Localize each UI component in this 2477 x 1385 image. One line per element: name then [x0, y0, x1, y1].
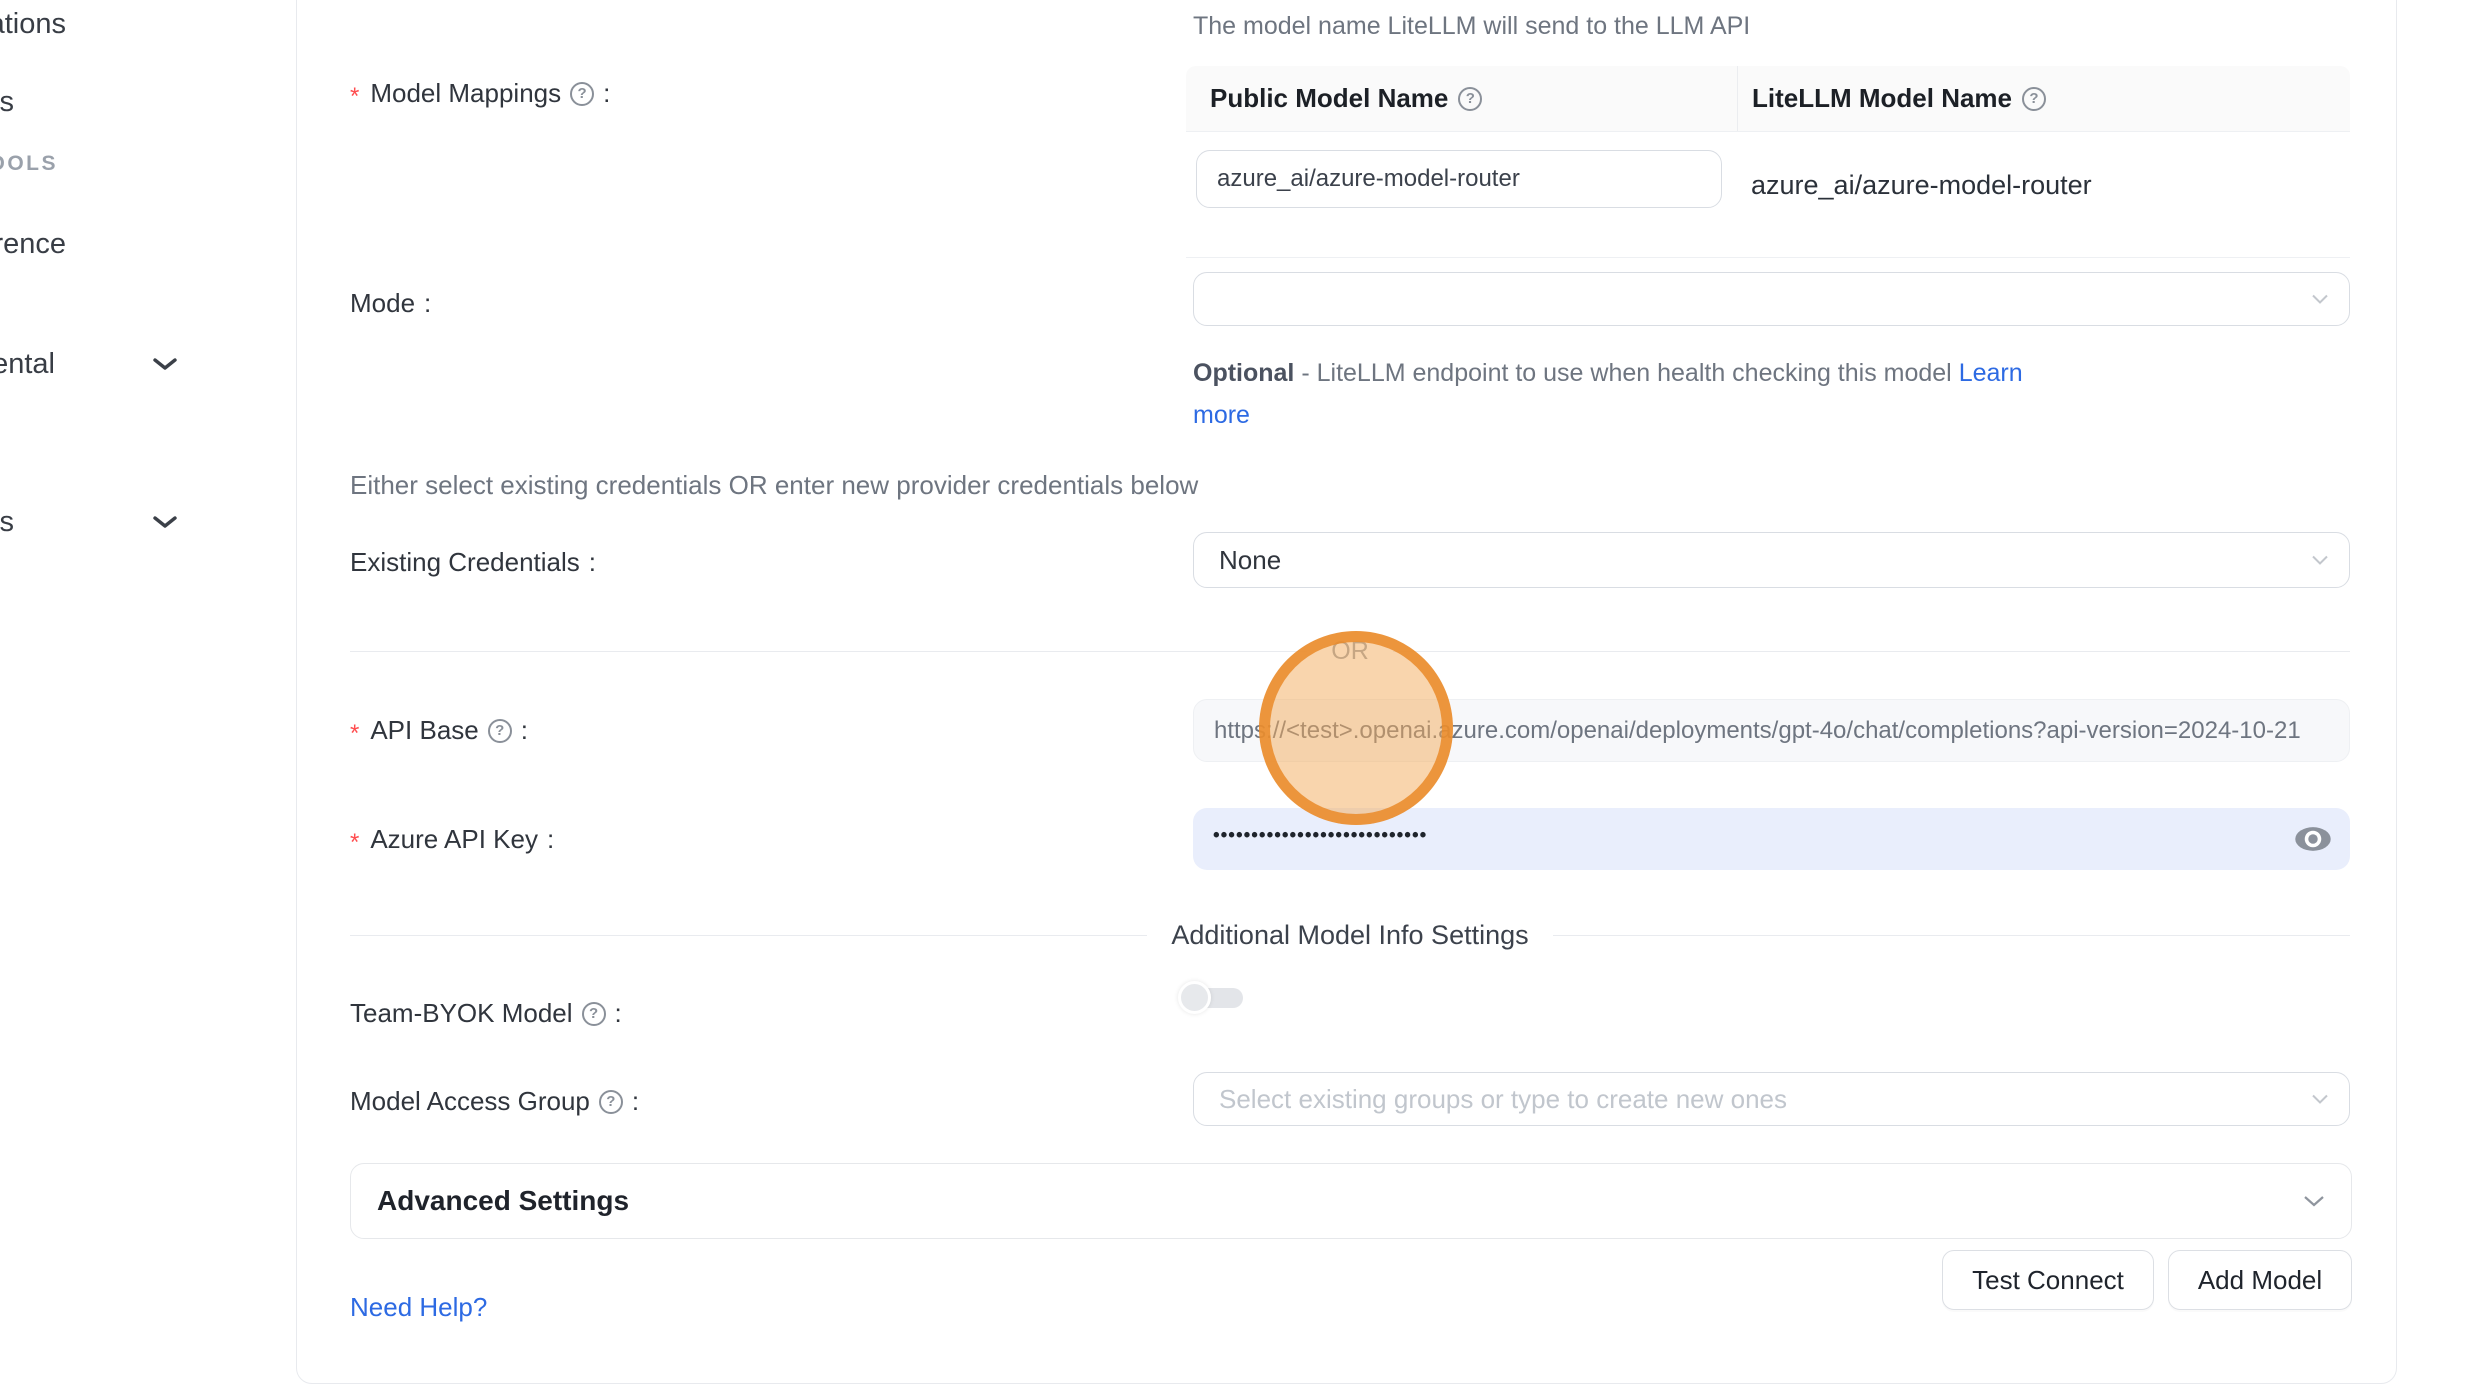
- chevron-down-icon: [152, 356, 178, 372]
- litellm-model-name-header: LiteLLM Model Name ?: [1737, 66, 2350, 131]
- required-marker: *: [350, 83, 359, 111]
- add-model-page: ations s TOOLS erence ental s The model …: [0, 0, 2477, 1385]
- mode-help-text: Optional - LiteLLM endpoint to use when …: [1193, 352, 2073, 436]
- team-byok-toggle[interactable]: [1178, 981, 1246, 1015]
- sidebar-item-ations[interactable]: ations: [0, 8, 66, 41]
- model-access-group-select[interactable]: Select existing groups or type to create…: [1193, 1072, 2350, 1126]
- test-connect-button[interactable]: Test Connect: [1942, 1250, 2154, 1310]
- existing-credentials-select[interactable]: None: [1193, 532, 2350, 588]
- additional-info-divider: Additional Model Info Settings: [350, 920, 2350, 950]
- advanced-settings-title: Advanced Settings: [377, 1185, 629, 1217]
- chevron-down-icon: [2311, 1094, 2329, 1105]
- sidebar-section-tools: TOOLS: [0, 152, 58, 176]
- sidebar-item-s1[interactable]: s: [0, 86, 14, 119]
- mode-select[interactable]: [1193, 272, 2350, 326]
- table-header-row: Public Model Name ? LiteLLM Model Name ?: [1186, 66, 2350, 132]
- help-circle-icon[interactable]: ?: [570, 82, 594, 106]
- chevron-down-icon: [152, 514, 178, 530]
- help-circle-icon[interactable]: ?: [599, 1090, 623, 1114]
- credentials-note: Either select existing credentials OR en…: [350, 470, 1198, 501]
- sidebar-item-s2[interactable]: s: [0, 506, 14, 539]
- litellm-model-name-value: azure_ai/azure-model-router: [1737, 132, 2350, 257]
- help-circle-icon[interactable]: ?: [488, 719, 512, 743]
- select-placeholder: Select existing groups or type to create…: [1219, 1084, 1787, 1115]
- eye-icon[interactable]: [2294, 826, 2332, 852]
- model-access-group-label: Model Access Group ? :: [350, 1086, 639, 1117]
- advanced-settings-panel[interactable]: Advanced Settings: [350, 1163, 2352, 1239]
- masked-password: ••••••••••••••••••••••••••••: [1213, 825, 1427, 847]
- azure-api-key-label: * Azure API Key :: [350, 824, 554, 855]
- existing-credentials-label: Existing Credentials :: [350, 547, 596, 578]
- api-base-input[interactable]: https://<test>.openai.azure.com/openai/d…: [1193, 699, 2350, 762]
- help-circle-icon[interactable]: ?: [1458, 87, 1482, 111]
- chevron-down-icon: [2311, 294, 2329, 305]
- mode-label: Mode :: [350, 288, 431, 319]
- help-circle-icon[interactable]: ?: [2022, 87, 2046, 111]
- need-help-link[interactable]: Need Help?: [350, 1292, 487, 1323]
- required-marker: *: [350, 829, 359, 857]
- or-divider: OR: [350, 636, 2350, 666]
- model-mappings-table: Public Model Name ? LiteLLM Model Name ?…: [1186, 66, 2350, 258]
- model-mappings-label: * Model Mappings ? :: [350, 78, 610, 109]
- azure-api-key-input[interactable]: ••••••••••••••••••••••••••••: [1193, 808, 2350, 870]
- api-base-label: * API Base ? :: [350, 715, 528, 746]
- model-name-annotation: The model name LiteLLM will send to the …: [1193, 12, 1750, 41]
- team-byok-label: Team-BYOK Model ? :: [350, 998, 622, 1029]
- chevron-down-icon: [2311, 555, 2329, 566]
- public-model-name-header: Public Model Name ?: [1186, 66, 1737, 131]
- table-row: azure_ai/azure-model-router azure_ai/azu…: [1186, 132, 2350, 258]
- public-model-name-input[interactable]: azure_ai/azure-model-router: [1196, 150, 1722, 208]
- add-model-button[interactable]: Add Model: [2168, 1250, 2352, 1310]
- help-circle-icon[interactable]: ?: [582, 1002, 606, 1026]
- required-marker: *: [350, 720, 359, 748]
- chevron-down-icon: [2303, 1195, 2325, 1208]
- sidebar-item-erence[interactable]: erence: [0, 228, 66, 261]
- sidebar-item-ental[interactable]: ental: [0, 348, 55, 381]
